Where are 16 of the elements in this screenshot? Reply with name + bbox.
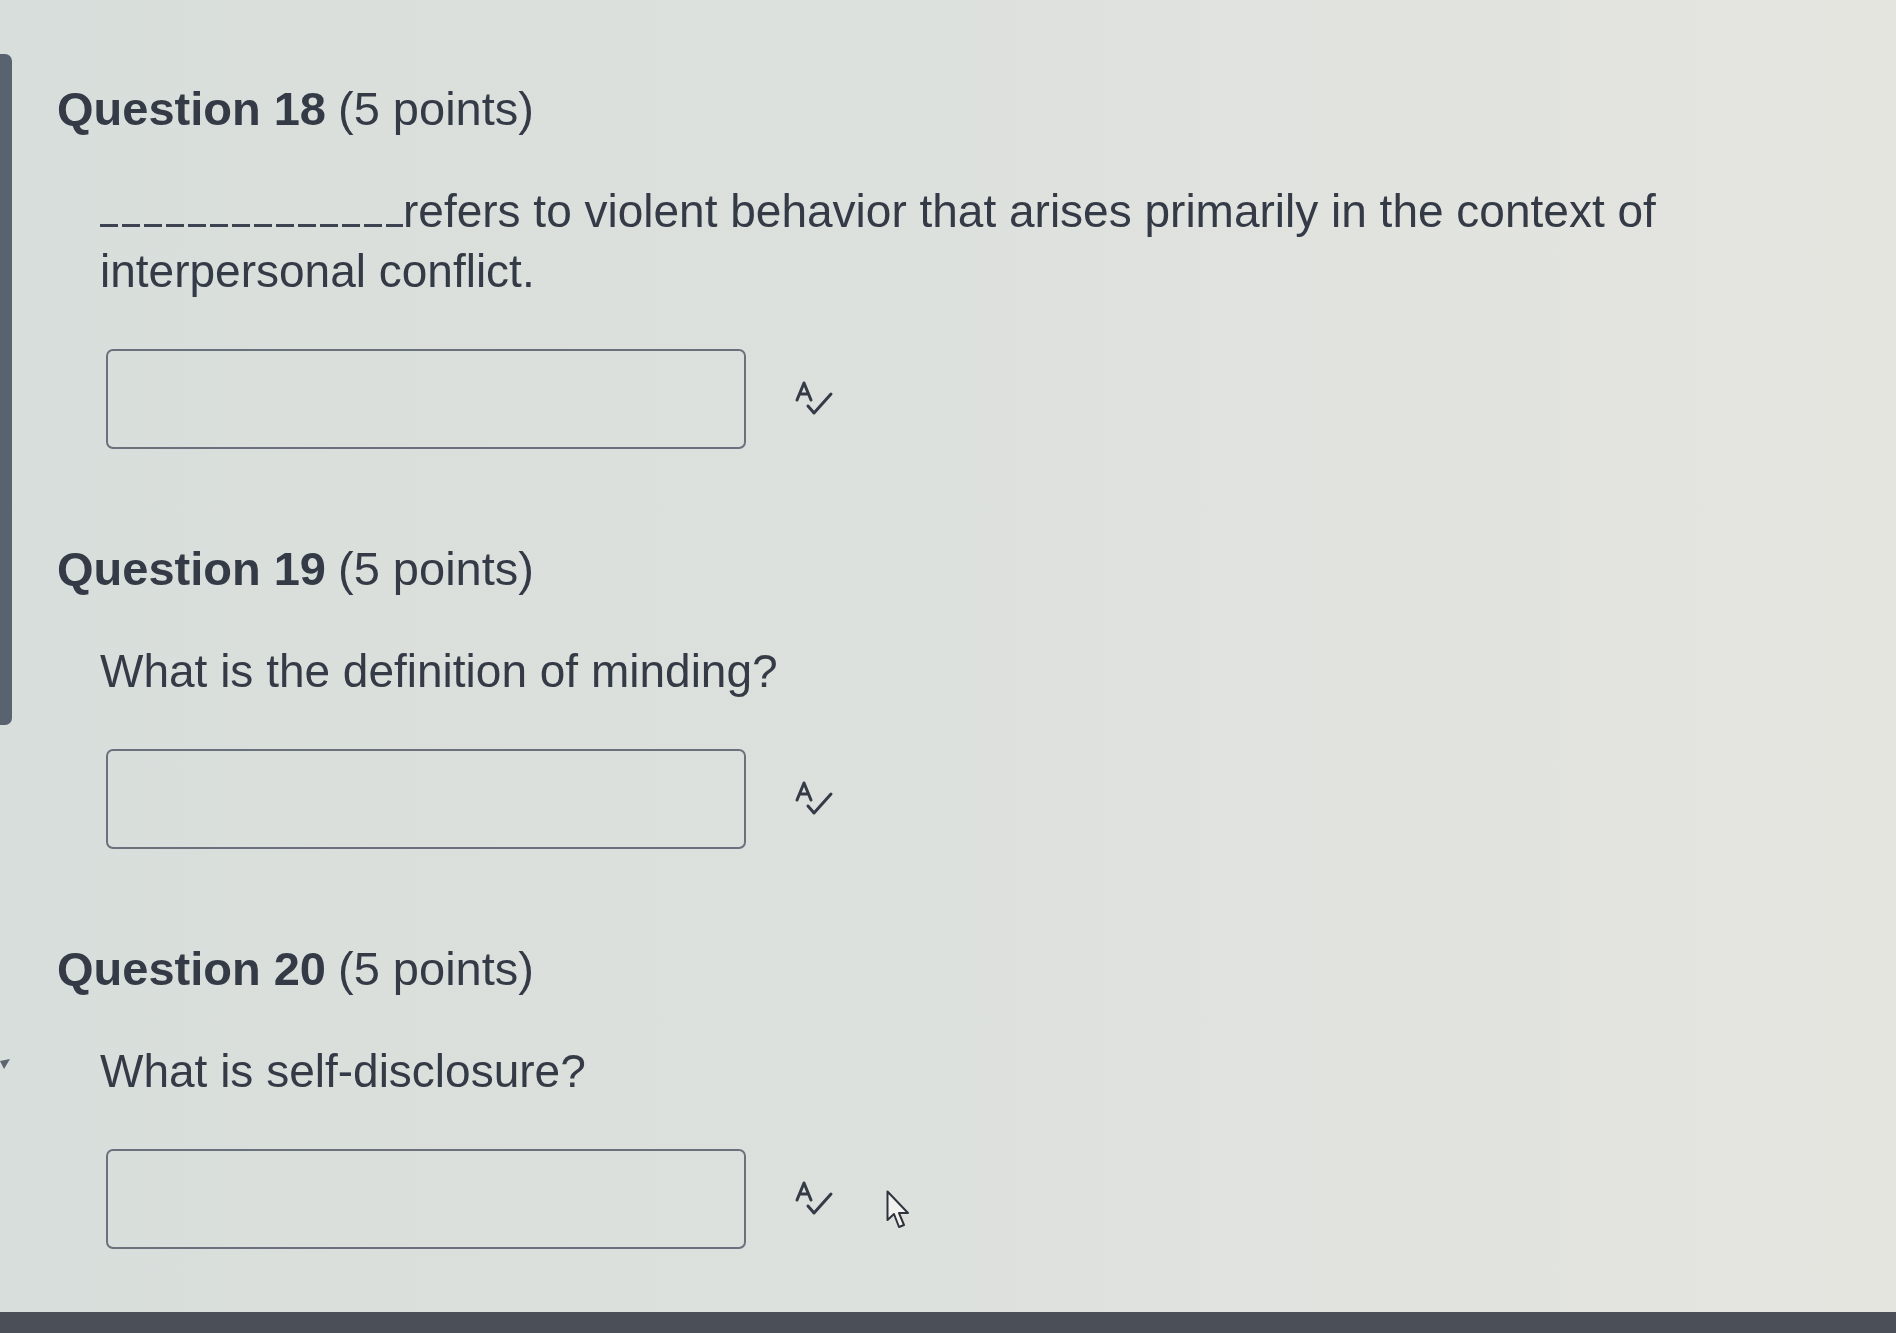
answer-input[interactable] [106,349,746,449]
points-label: (5 points) [338,941,534,997]
points-label: (5 points) [338,81,534,137]
question-title: Question 20 [57,941,326,997]
spellcheck-icon[interactable] [794,381,834,417]
answer-input[interactable] [106,1149,746,1249]
points-label: (5 points) [338,541,534,597]
answer-input[interactable] [106,749,746,849]
question-text: What is self-disclosure? [100,1044,587,1099]
question-title: Question 19 [57,541,326,597]
triangle-icon [0,1059,10,1069]
spellcheck-icon[interactable] [794,781,834,817]
question-title: Question 18 [57,81,326,137]
question-text: refers to violent behavior that arises primarily in the context of interpersonal conflict. [100,184,1657,299]
spellcheck-icon[interactable] [794,1181,834,1217]
question-text: What is the definition of minding? [100,644,779,699]
